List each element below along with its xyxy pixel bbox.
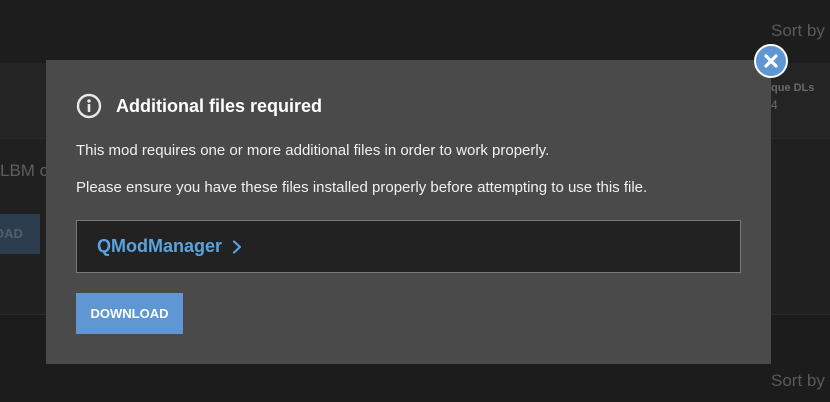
modal-title: Additional files required <box>116 95 323 116</box>
file-download-button[interactable]: OAD <box>0 214 40 254</box>
info-icon <box>76 93 102 119</box>
modal-message-line-1: This mod requires one or more additional… <box>76 142 550 159</box>
required-files-modal: Additional files required This mod requi… <box>46 60 771 364</box>
page-top-bar <box>0 0 830 63</box>
sort-by-label-bottom[interactable]: Sort by <box>771 371 825 391</box>
required-file-name[interactable]: QModManager <box>97 236 222 257</box>
modal-message-line-2: Please ensure you have these files insta… <box>76 179 648 196</box>
download-button[interactable]: DOWNLOAD <box>76 293 183 334</box>
unique-downloads-header: que DLs <box>771 82 815 94</box>
modal-header: Additional files required <box>76 93 322 119</box>
sort-by-label[interactable]: Sort by <box>771 21 825 41</box>
file-description: LBM c <box>0 161 49 180</box>
chevron-right-icon <box>232 239 242 254</box>
close-icon <box>764 54 778 68</box>
unique-downloads-count: 4 <box>771 98 778 112</box>
close-modal-button[interactable] <box>754 44 788 78</box>
required-file-link[interactable]: QModManager <box>76 220 741 273</box>
